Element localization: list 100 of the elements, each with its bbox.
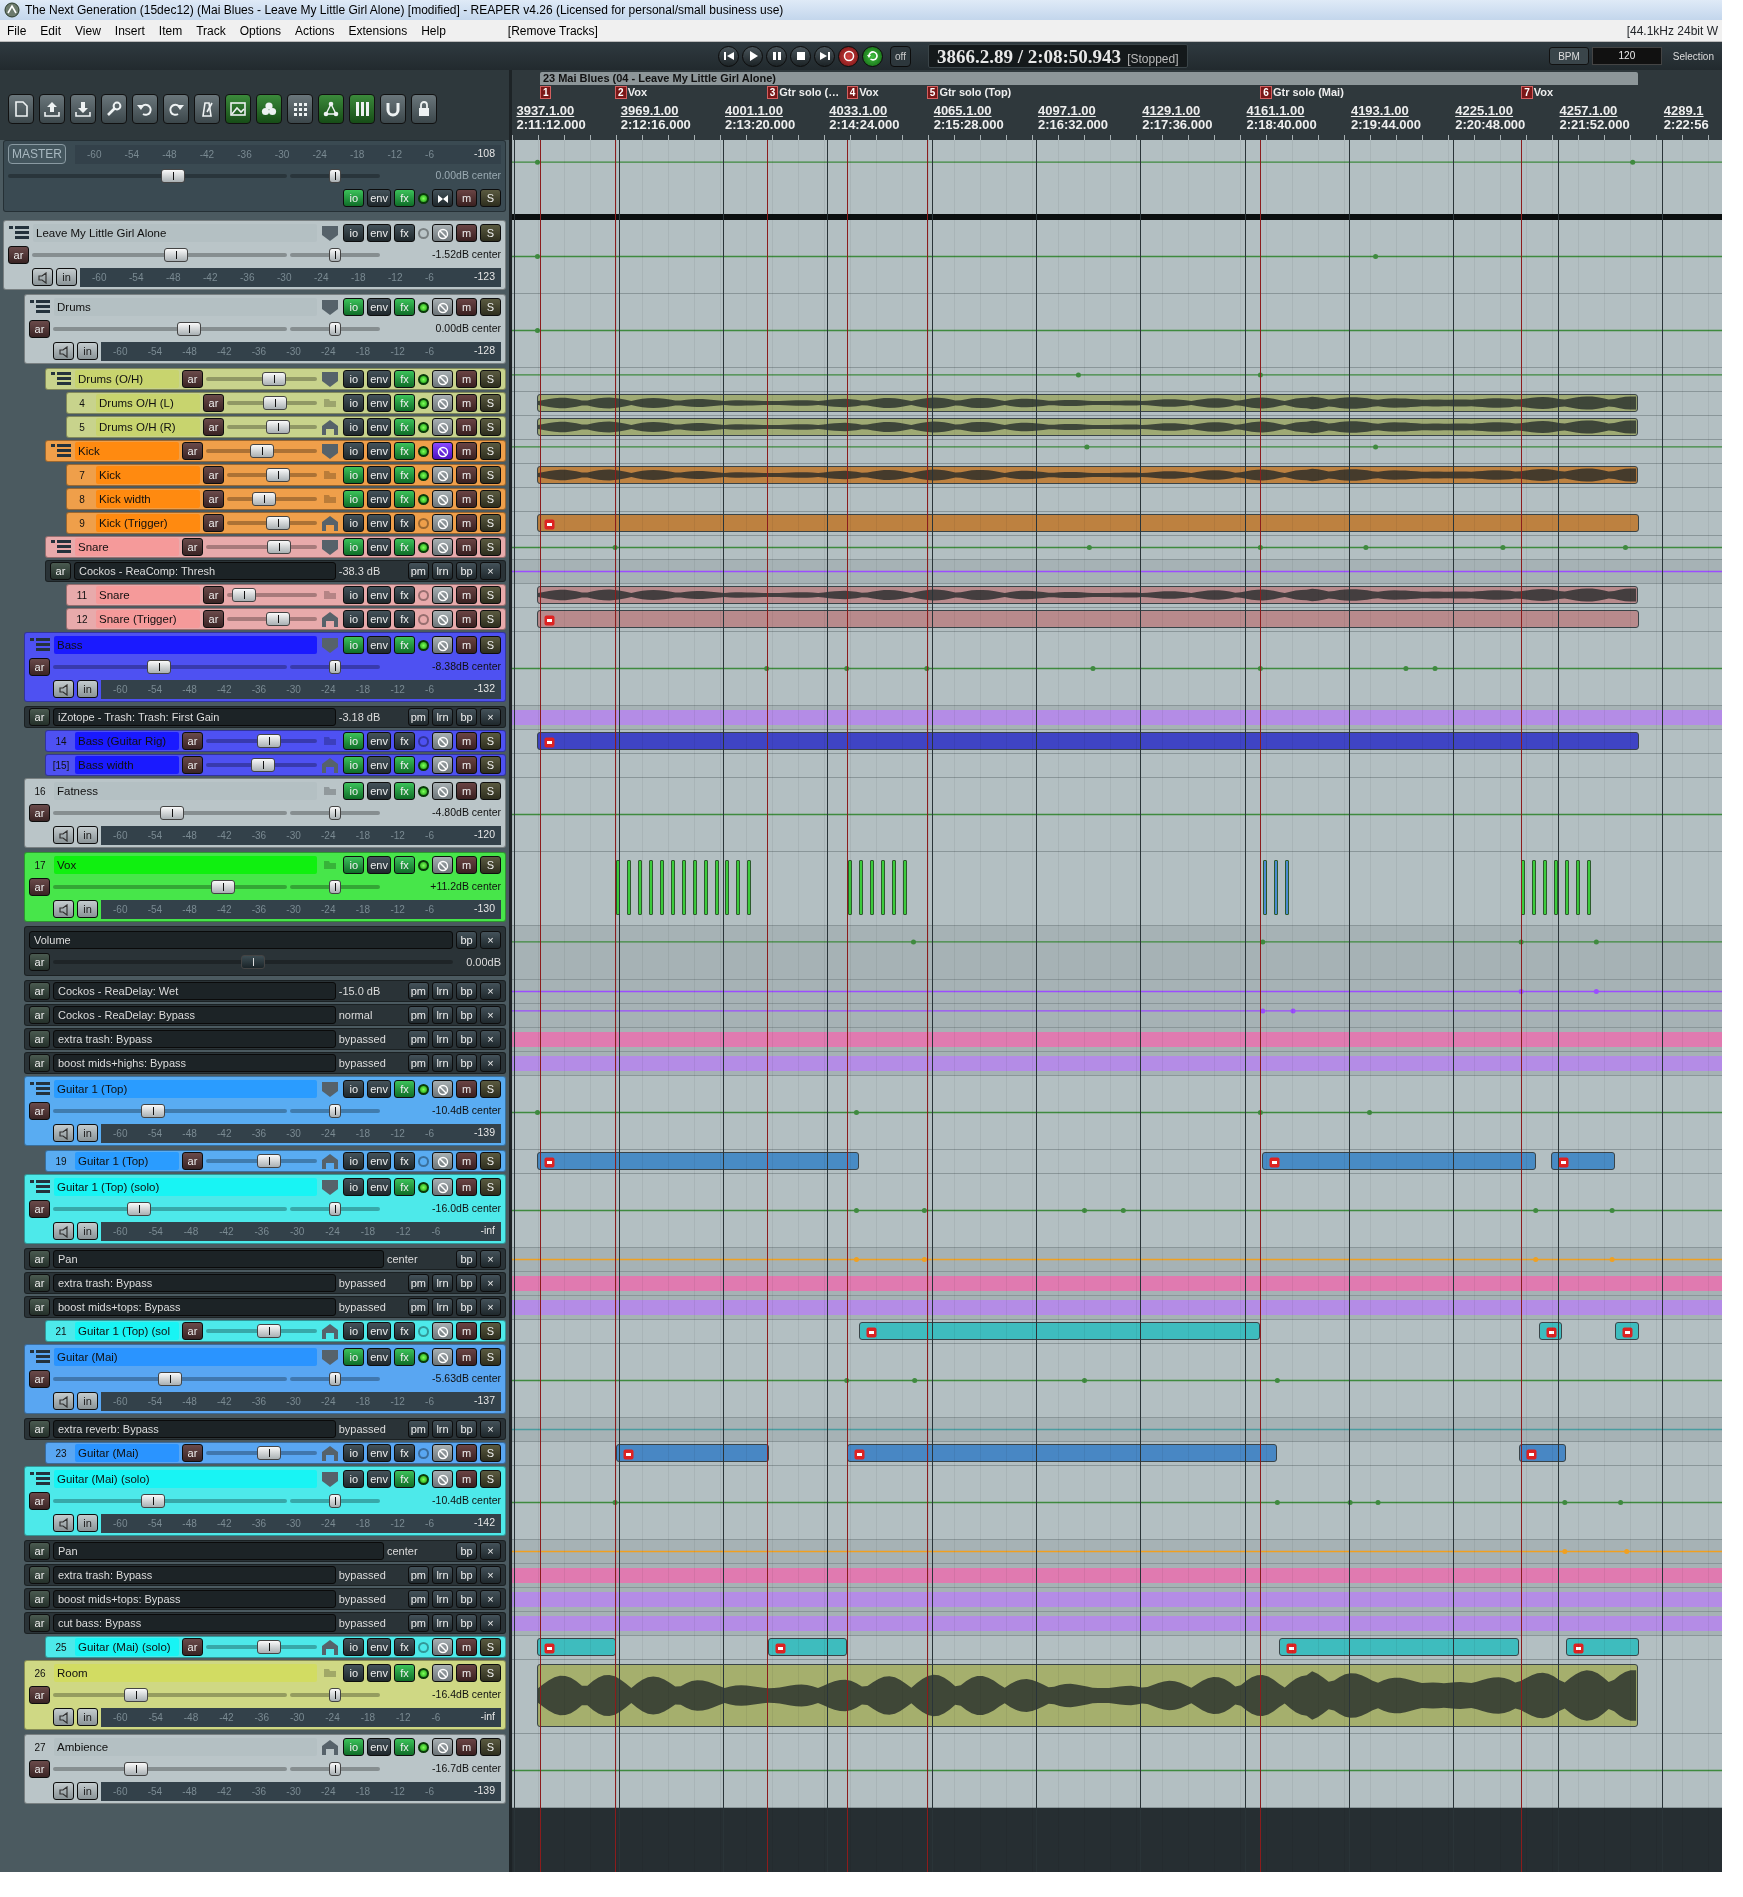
envelope-option-button[interactable]: pm bbox=[407, 1006, 429, 1024]
envelope-option-button[interactable]: bp bbox=[456, 1542, 477, 1560]
arm-button[interactable]: ar bbox=[29, 708, 50, 726]
envelope-option-button[interactable]: lrn bbox=[432, 1006, 453, 1024]
fx-button[interactable]: fx bbox=[394, 856, 415, 874]
arm-button[interactable]: ar bbox=[29, 1542, 50, 1560]
envelope-button[interactable]: env bbox=[367, 1738, 391, 1756]
envelope-option-button[interactable]: × bbox=[480, 1274, 501, 1292]
solo-button[interactable]: S bbox=[480, 1080, 501, 1098]
io-button[interactable]: io bbox=[343, 782, 365, 800]
arm-button[interactable]: ar bbox=[29, 804, 50, 822]
input-button[interactable]: in bbox=[77, 342, 98, 360]
envelope-name-field[interactable]: Cockos - ReaDelay: Wet bbox=[53, 982, 336, 1000]
envelope-option-button[interactable]: × bbox=[480, 1420, 501, 1438]
envelope-option-button[interactable]: × bbox=[480, 1566, 501, 1584]
envelope-option-button[interactable]: bp bbox=[456, 562, 477, 580]
io-button[interactable]: io bbox=[343, 298, 365, 316]
arm-button[interactable]: ar bbox=[29, 982, 50, 1000]
envelope-option-button[interactable]: bp bbox=[456, 1298, 477, 1316]
envelope-option-button[interactable]: bp bbox=[456, 708, 477, 726]
track-name-field[interactable]: Ambience bbox=[54, 1738, 318, 1756]
menu-item[interactable]: Edit bbox=[33, 21, 69, 40]
fx-button[interactable]: fx bbox=[394, 1470, 415, 1488]
envelope-option-button[interactable]: bp bbox=[456, 1614, 477, 1632]
envelope-name-field[interactable]: extra trash: Bypass bbox=[53, 1030, 336, 1048]
mute-button[interactable]: m bbox=[456, 1178, 477, 1196]
marker-flag[interactable]: 7 bbox=[1521, 86, 1533, 99]
io-button[interactable]: io bbox=[343, 1348, 365, 1366]
arm-button[interactable]: ar bbox=[29, 1686, 50, 1704]
envelope-button[interactable]: env bbox=[367, 856, 391, 874]
arm-button[interactable]: ar bbox=[29, 1102, 50, 1120]
envelope-option-button[interactable]: pm bbox=[407, 1614, 429, 1632]
envelope-name-field[interactable]: extra reverb: Bypass bbox=[53, 1420, 336, 1438]
menu-item[interactable]: [Remove Tracks] bbox=[500, 21, 605, 40]
io-button[interactable]: io bbox=[343, 856, 365, 874]
envelope-option-button[interactable]: pm bbox=[407, 1274, 429, 1292]
envelope-option-button[interactable]: × bbox=[480, 1298, 501, 1316]
region-bar[interactable]: 23 Mai Blues (04 - Leave My Little Girl Alone) bbox=[539, 72, 1638, 85]
envelope-option-button[interactable]: × bbox=[480, 1590, 501, 1608]
arm-button[interactable]: ar bbox=[29, 878, 50, 896]
off-button[interactable]: off bbox=[890, 45, 911, 67]
arm-button[interactable]: ar bbox=[29, 953, 50, 971]
mute-button[interactable]: m bbox=[456, 224, 477, 242]
marker-flag[interactable]: 5 bbox=[926, 86, 939, 99]
solo-button[interactable]: S bbox=[480, 298, 501, 316]
envelope-name-field[interactable]: cut bass: Bypass bbox=[53, 1614, 336, 1632]
envelope-button[interactable]: env bbox=[367, 1664, 391, 1682]
envelope-option-button[interactable]: × bbox=[480, 1006, 501, 1024]
envelope-option-button[interactable]: lrn bbox=[432, 1420, 453, 1438]
envelope-option-button[interactable]: pm bbox=[407, 1590, 429, 1608]
envelope-option-button[interactable]: lrn bbox=[432, 1590, 453, 1608]
envelope-option-button[interactable]: lrn bbox=[432, 1298, 453, 1316]
tempo-field[interactable]: 120 bbox=[1591, 47, 1662, 65]
envelope-option-button[interactable]: bp bbox=[456, 1566, 477, 1584]
solo-button[interactable]: S bbox=[480, 224, 501, 242]
io-button[interactable]: io bbox=[343, 224, 365, 242]
fx-button[interactable]: fx bbox=[394, 189, 415, 207]
io-button[interactable]: io bbox=[343, 1664, 365, 1682]
envelope-option-button[interactable]: lrn bbox=[432, 1566, 453, 1584]
mute-button[interactable]: m bbox=[456, 1080, 477, 1098]
envelope-option-button[interactable]: × bbox=[480, 562, 501, 580]
menu-item[interactable]: View bbox=[68, 21, 108, 40]
envelope-button[interactable]: env bbox=[367, 1080, 391, 1098]
envelope-option-button[interactable]: bp bbox=[456, 931, 477, 949]
track-name-field[interactable]: Room bbox=[54, 1664, 318, 1682]
envelope-name-field[interactable]: Pan bbox=[53, 1542, 384, 1560]
track-name-field[interactable]: Guitar 1 (Top) (solo) bbox=[54, 1178, 318, 1196]
input-button[interactable]: in bbox=[56, 268, 77, 286]
arm-button[interactable]: ar bbox=[29, 1492, 50, 1510]
envelope-option-button[interactable]: × bbox=[480, 931, 501, 949]
envelope-button[interactable]: env bbox=[367, 1178, 391, 1196]
solo-button[interactable]: S bbox=[480, 189, 501, 207]
track-name-field[interactable]: Leave My Little Girl Alone bbox=[33, 224, 318, 242]
envelope-button[interactable]: env bbox=[367, 782, 391, 800]
input-button[interactable]: in bbox=[77, 1392, 98, 1410]
envelope-option-button[interactable]: lrn bbox=[432, 708, 453, 726]
envelope-option-button[interactable]: lrn bbox=[432, 982, 453, 1000]
fx-button[interactable]: fx bbox=[394, 224, 415, 242]
envelope-option-button[interactable]: lrn bbox=[432, 1614, 453, 1632]
envelope-option-button[interactable]: × bbox=[480, 982, 501, 1000]
envelope-button[interactable]: env bbox=[367, 636, 391, 654]
mute-button[interactable]: m bbox=[456, 1664, 477, 1682]
track-name-field[interactable]: Drums bbox=[54, 298, 318, 316]
mute-button[interactable]: m bbox=[456, 189, 477, 207]
arm-button[interactable]: ar bbox=[29, 1614, 50, 1632]
io-button[interactable]: io bbox=[343, 1178, 365, 1196]
envelope-button[interactable]: env bbox=[367, 189, 391, 207]
envelope-option-button[interactable]: lrn bbox=[432, 1274, 453, 1292]
menu-item[interactable]: File bbox=[0, 21, 34, 40]
menu-item[interactable]: Options bbox=[232, 21, 289, 40]
envelope-name-field[interactable]: iZotope - Trash: Trash: First Gain bbox=[53, 708, 336, 726]
envelope-option-button[interactable]: bp bbox=[456, 1420, 477, 1438]
arm-button[interactable]: ar bbox=[29, 1590, 50, 1608]
fx-button[interactable]: fx bbox=[394, 1080, 415, 1098]
envelope-option-button[interactable]: pm bbox=[407, 708, 429, 726]
envelope-option-button[interactable]: pm bbox=[407, 982, 429, 1000]
marker-flag[interactable]: 1 bbox=[539, 86, 552, 99]
envelope-option-button[interactable]: × bbox=[480, 708, 501, 726]
envelope-option-button[interactable]: × bbox=[480, 1542, 501, 1560]
envelope-name-field[interactable]: boost mids+tops: Bypass bbox=[53, 1298, 336, 1316]
